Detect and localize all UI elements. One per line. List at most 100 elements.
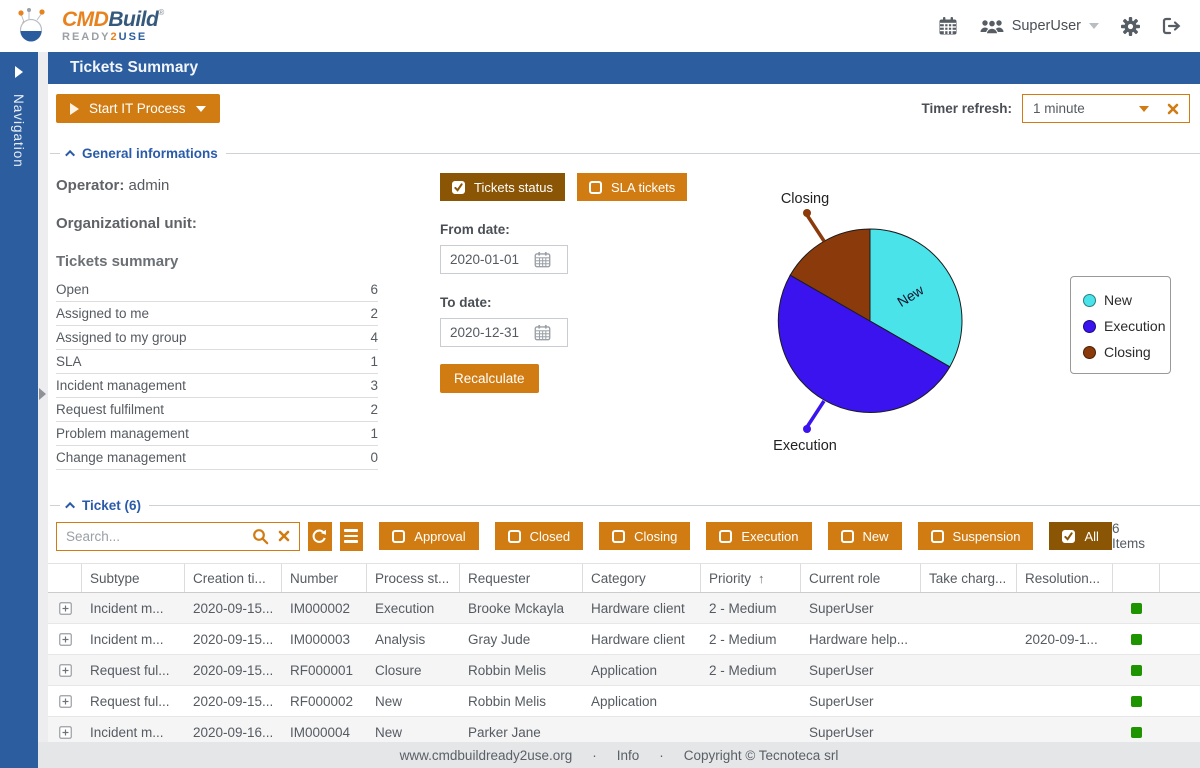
table-row[interactable]: Request ful... 2020-09-15... RF000002 Ne…	[48, 686, 1200, 717]
cell-creation: 2020-09-15...	[185, 632, 282, 647]
expand-row-icon[interactable]	[59, 664, 72, 677]
expand-row-icon[interactable]	[59, 633, 72, 646]
navigation-sidebar[interactable]: Navigation	[0, 52, 38, 768]
cell-requester: Gray Jude	[460, 632, 583, 647]
expand-sidebar-icon[interactable]	[15, 66, 23, 78]
summary-row: Problem management1	[56, 422, 378, 446]
cell-process-status: Execution	[367, 601, 460, 616]
refresh-button[interactable]	[308, 522, 332, 551]
col-creation[interactable]: Creation ti...	[185, 564, 282, 592]
calendar-icon[interactable]	[534, 324, 551, 341]
col-subtype[interactable]: Subtype	[82, 564, 185, 592]
status-filter-button[interactable]: Approval	[379, 522, 478, 550]
summary-row: SLA1	[56, 350, 378, 374]
col-expand	[48, 564, 82, 592]
status-filter-button[interactable]: Execution	[706, 522, 811, 550]
status-indicator	[1131, 665, 1142, 676]
from-date-field[interactable]	[440, 245, 568, 274]
legend-swatch	[1083, 294, 1096, 307]
checkbox-icon	[931, 530, 944, 543]
col-number[interactable]: Number	[282, 564, 367, 592]
cell-process-status: New	[367, 725, 460, 740]
calendar-icon[interactable]	[534, 251, 551, 268]
table-row[interactable]: Incident m... 2020-09-15... IM000002 Exe…	[48, 593, 1200, 624]
col-current-role[interactable]: Current role	[801, 564, 921, 592]
col-requester[interactable]: Requester	[460, 564, 583, 592]
expand-row-icon[interactable]	[59, 602, 72, 615]
table-row[interactable]: Incident m... 2020-09-16... IM000004 New…	[48, 717, 1200, 742]
start-it-process-button[interactable]: Start IT Process	[56, 94, 220, 123]
status-filter-button[interactable]: All	[1049, 522, 1111, 550]
col-process-status[interactable]: Process st...	[367, 564, 460, 592]
ticket-section-header[interactable]: Ticket (6)	[48, 495, 1200, 515]
to-date-input[interactable]	[450, 325, 534, 340]
grid-menu-button[interactable]	[340, 522, 364, 551]
col-priority[interactable]: Priority↑	[701, 564, 801, 592]
pie-label-closing: Closing	[781, 191, 829, 207]
cell-priority: 2 - Medium	[701, 632, 801, 647]
checkbox-icon	[1062, 530, 1075, 543]
legend-item: Closing	[1083, 344, 1158, 360]
logo-wordmark: CMDBuild®	[62, 9, 164, 30]
cell-priority: 2 - Medium	[701, 663, 801, 678]
status-filter-button[interactable]: Suspension	[918, 522, 1034, 550]
cell-category: Application	[583, 694, 701, 709]
cell-category: Application	[583, 663, 701, 678]
gear-icon[interactable]	[1121, 17, 1140, 36]
operator-row: Operator: admin	[56, 177, 378, 194]
collapse-chevron-icon	[65, 501, 75, 511]
cell-number: RF000002	[282, 694, 367, 709]
checkbox-icon	[841, 530, 854, 543]
cell-priority: 2 - Medium	[701, 601, 801, 616]
footer-info-link[interactable]: Info	[617, 748, 640, 763]
cell-process-status: Analysis	[367, 632, 460, 647]
cell-creation: 2020-09-15...	[185, 663, 282, 678]
status-filter-button[interactable]: Closing	[599, 522, 690, 550]
status-indicator	[1131, 696, 1142, 707]
tickets-table: Subtype Creation ti... Number Process st…	[48, 563, 1200, 742]
status-filter-button[interactable]: Closed	[495, 522, 583, 550]
logout-icon[interactable]	[1162, 17, 1182, 35]
expand-row-icon[interactable]	[59, 726, 72, 739]
play-icon	[70, 103, 79, 115]
cell-process-status: New	[367, 694, 460, 709]
table-row[interactable]: Incident m... 2020-09-15... IM000003 Ana…	[48, 624, 1200, 655]
col-category[interactable]: Category	[583, 564, 701, 592]
cell-category: Hardware client	[583, 632, 701, 647]
cell-resolution: 2020-09-1...	[1017, 632, 1113, 647]
top-bar: CMDBuild® READY2USE	[0, 0, 1200, 52]
timer-refresh-select[interactable]: 1 minute	[1022, 94, 1190, 123]
pie-slices	[778, 229, 962, 412]
cell-creation: 2020-09-15...	[185, 694, 282, 709]
cell-subtype: Request ful...	[82, 694, 185, 709]
chevron-down-icon	[1089, 23, 1099, 29]
footer-url[interactable]: www.cmdbuildready2use.org	[400, 748, 573, 763]
status-filter-button[interactable]: New	[828, 522, 902, 550]
cell-current-role: SuperUser	[801, 725, 921, 740]
cmdbuild-logo-icon	[14, 6, 56, 46]
tickets-pie-chart: Closing Execution New New Execution Clo	[708, 163, 1200, 489]
search-field[interactable]	[56, 522, 300, 551]
to-date-field[interactable]	[440, 318, 568, 347]
search-input[interactable]	[66, 529, 243, 544]
col-resolution[interactable]: Resolution...	[1017, 564, 1113, 592]
tickets-status-toggle[interactable]: Tickets status	[440, 173, 565, 201]
expand-row-icon[interactable]	[59, 695, 72, 708]
to-date-label: To date:	[440, 295, 688, 310]
sidebar-collapse-handle[interactable]	[39, 388, 46, 400]
col-status	[1113, 564, 1160, 592]
general-informations-section-header[interactable]: General informations	[48, 143, 1200, 163]
cell-requester: Brooke Mckayla	[460, 601, 583, 616]
from-date-input[interactable]	[450, 252, 534, 267]
clear-search-icon[interactable]	[278, 530, 290, 542]
sidebar-gap	[38, 52, 48, 768]
cell-number: IM000002	[282, 601, 367, 616]
user-menu[interactable]: SuperUser	[980, 18, 1099, 35]
clear-timer-icon[interactable]	[1167, 103, 1179, 115]
search-icon[interactable]	[252, 528, 269, 545]
sla-tickets-toggle[interactable]: SLA tickets	[577, 173, 687, 201]
recalculate-button[interactable]: Recalculate	[440, 364, 539, 393]
table-row[interactable]: Request ful... 2020-09-15... RF000001 Cl…	[48, 655, 1200, 686]
col-take-charge[interactable]: Take charg...	[921, 564, 1017, 592]
calendar-icon[interactable]	[938, 16, 958, 36]
